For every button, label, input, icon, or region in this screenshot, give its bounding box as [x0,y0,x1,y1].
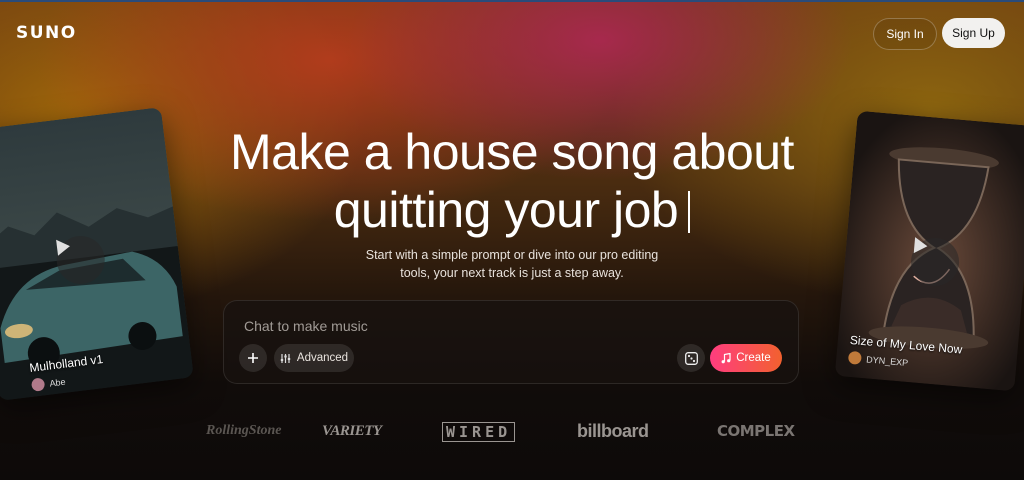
chat-input[interactable] [242,317,766,335]
add-button[interactable] [239,344,267,372]
press-logos-strip: RollingStone VARIETY WIRED billboard COM… [0,420,1024,446]
suno-logo[interactable]: SUNO [16,23,77,43]
song-card-author-name: DYN_EXP [865,353,909,368]
plus-icon [248,353,258,363]
advanced-button[interactable]: Advanced [274,344,354,372]
hero-line2-text: quitting your job [333,182,679,238]
typing-caret [688,191,691,233]
hero-subtitle-line2: tools, your next track is just a step aw… [400,266,624,280]
variety-logo: VARIETY [322,423,382,439]
create-button[interactable]: Create [710,344,782,372]
billboard-logo: billboard [577,421,649,441]
music-note-icon [721,352,731,363]
hero-subtitle-line1: Start with a simple prompt or dive into … [365,248,659,262]
advanced-label: Advanced [296,352,349,364]
sliders-icon [280,353,291,363]
song-card-author-name: Abe [48,376,67,389]
chat-composer: Advanced Create [223,300,799,384]
window-top-line [0,0,1024,2]
hero-headline-line1: Make a house song about [0,124,1024,180]
avatar [30,377,46,392]
hero-headline-line2: quitting your job [0,182,1024,238]
rolling-stone-logo: RollingStone [206,423,282,438]
sign-up-button[interactable]: Sign Up [942,18,1005,48]
sign-in-button[interactable]: Sign In [873,18,937,50]
avatar [847,350,862,365]
complex-logo: COMPLEX [717,422,795,440]
random-prompt-button[interactable] [677,344,705,372]
wired-logo: WIRED [442,422,516,442]
dice-icon [684,351,698,365]
hero-line1-text: Make a house song about [230,124,794,180]
create-label: Create [736,352,771,364]
